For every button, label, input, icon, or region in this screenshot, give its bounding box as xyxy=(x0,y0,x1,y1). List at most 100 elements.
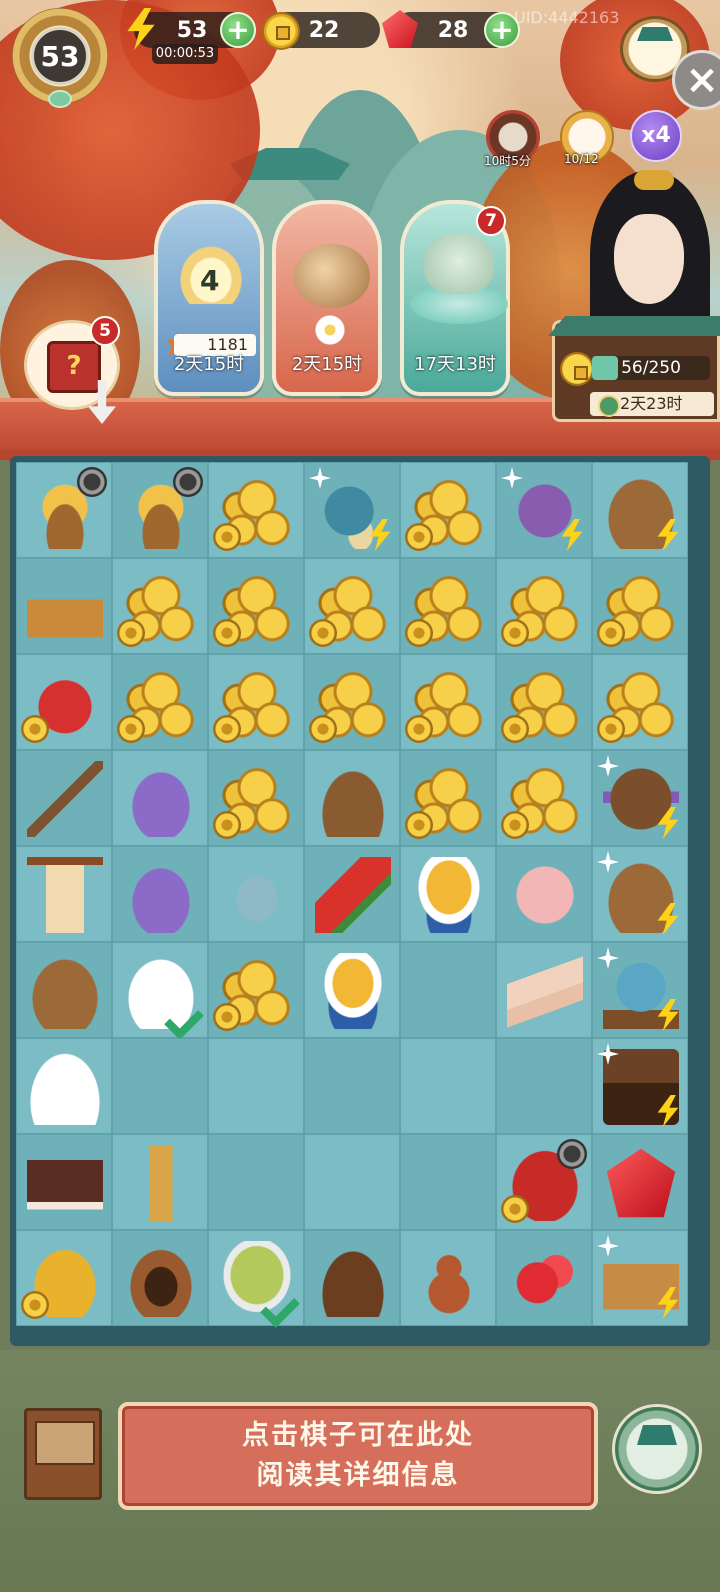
board-cell[interactable] xyxy=(496,654,592,750)
board-cell[interactable] xyxy=(112,1038,208,1134)
board-cell[interactable] xyxy=(496,750,592,846)
board-cell[interactable] xyxy=(208,462,304,558)
board-cell[interactable] xyxy=(592,750,688,846)
board-cell[interactable] xyxy=(208,1038,304,1134)
board-cell[interactable] xyxy=(112,558,208,654)
board-cell[interactable] xyxy=(592,1134,688,1230)
rubies-icon[interactable] xyxy=(507,1241,583,1317)
board-cell[interactable] xyxy=(400,1134,496,1230)
character-portrait[interactable] xyxy=(580,170,720,340)
board-cell[interactable] xyxy=(592,1230,688,1326)
board-cell[interactable] xyxy=(112,750,208,846)
board-cell[interactable] xyxy=(208,750,304,846)
board-cell[interactable] xyxy=(304,654,400,750)
chocolate-block-icon[interactable] xyxy=(27,1145,103,1221)
board-cell[interactable] xyxy=(496,1134,592,1230)
board-cell[interactable] xyxy=(304,1134,400,1230)
board-cell[interactable] xyxy=(304,942,400,1038)
board-cell[interactable] xyxy=(16,1134,112,1230)
cotton-bowl-icon[interactable] xyxy=(315,1241,391,1317)
board-cell[interactable] xyxy=(304,1230,400,1326)
board-cell[interactable] xyxy=(400,1038,496,1134)
board-cell[interactable] xyxy=(16,1038,112,1134)
small-sachet-icon[interactable] xyxy=(123,857,199,933)
board-cell[interactable] xyxy=(208,558,304,654)
player-level-badge[interactable]: 53 xyxy=(12,8,108,108)
board-cell[interactable] xyxy=(112,1134,208,1230)
board-cell[interactable] xyxy=(16,750,112,846)
tool-basket-icon[interactable] xyxy=(27,569,103,645)
board-cell[interactable] xyxy=(112,654,208,750)
board-cell[interactable] xyxy=(16,846,112,942)
board-cell[interactable] xyxy=(16,1230,112,1326)
board-cell[interactable] xyxy=(112,942,208,1040)
board-cell[interactable] xyxy=(304,462,400,558)
board-cell[interactable] xyxy=(16,558,112,654)
inventory-cabinet-button[interactable] xyxy=(24,1408,102,1500)
board-cell[interactable] xyxy=(496,1038,592,1134)
ruby-icon[interactable] xyxy=(606,1148,676,1218)
board-cell[interactable] xyxy=(112,1230,208,1326)
brush-icon[interactable] xyxy=(27,761,103,837)
board-grid xyxy=(16,462,704,1328)
board-cell[interactable] xyxy=(592,846,688,942)
board-cell[interactable] xyxy=(208,1230,304,1328)
board-cell[interactable] xyxy=(208,654,304,750)
board-cell[interactable] xyxy=(16,942,112,1038)
building-progress-bar: 56/250 xyxy=(592,356,710,380)
board-cell[interactable] xyxy=(496,1230,592,1326)
board-cell[interactable] xyxy=(592,558,688,654)
mystery-box-badge: 5 xyxy=(90,316,120,346)
flower-cake-icon[interactable] xyxy=(315,761,391,837)
board-cell[interactable] xyxy=(208,1134,304,1230)
board-cell[interactable] xyxy=(592,1038,688,1134)
add-energy-button[interactable]: + xyxy=(220,12,256,48)
watermelon-icon[interactable] xyxy=(315,857,391,933)
board-cell[interactable] xyxy=(304,750,400,846)
board-cell[interactable] xyxy=(16,654,112,750)
twig-nest-icon[interactable] xyxy=(123,1241,199,1317)
board-cell[interactable] xyxy=(112,462,208,558)
coin-badge-icon xyxy=(213,523,241,551)
map-travel-button[interactable] xyxy=(612,1404,702,1494)
board-cell[interactable] xyxy=(304,558,400,654)
fruit-platter-icon[interactable] xyxy=(27,953,103,1029)
board-cell[interactable] xyxy=(400,750,496,846)
board-cell[interactable] xyxy=(112,846,208,942)
teapot-icon xyxy=(294,244,370,308)
egg-rice-icon[interactable] xyxy=(27,1049,103,1125)
chrysanthemum-bowl-icon[interactable] xyxy=(411,857,487,933)
hair-ornament-icon xyxy=(634,170,674,190)
character-face xyxy=(614,214,684,304)
lotus-event-card[interactable]: 4 1181 2天15时 xyxy=(154,200,264,396)
straw-bundle-icon[interactable] xyxy=(123,1145,199,1221)
board-cell[interactable] xyxy=(400,942,496,1038)
board-cell[interactable] xyxy=(496,942,592,1038)
board-cell[interactable] xyxy=(496,846,592,942)
board-cell[interactable] xyxy=(592,654,688,750)
board-cell[interactable] xyxy=(400,462,496,558)
rice-rolls-icon[interactable] xyxy=(507,953,583,1029)
tea-event-card[interactable]: 2天15时 xyxy=(272,200,382,396)
board-cell[interactable] xyxy=(400,1230,496,1326)
board-cell[interactable] xyxy=(208,846,304,942)
purple-sachet-icon[interactable] xyxy=(123,761,199,837)
board-cell[interactable] xyxy=(400,654,496,750)
tea-cup-icon[interactable] xyxy=(315,953,391,1029)
multiplier-button[interactable]: x4 xyxy=(630,110,682,162)
jade-pendant-icon[interactable] xyxy=(219,857,295,933)
board-cell[interactable] xyxy=(400,846,496,942)
board-cell[interactable] xyxy=(304,846,400,942)
lantern-icon[interactable] xyxy=(27,857,103,933)
board-cell[interactable] xyxy=(592,462,688,558)
board-cell[interactable] xyxy=(16,462,112,558)
board-cell[interactable] xyxy=(400,558,496,654)
board-cell[interactable] xyxy=(304,1038,400,1134)
board-cell[interactable] xyxy=(592,942,688,1038)
board-cell[interactable] xyxy=(208,942,304,1038)
board-cell[interactable] xyxy=(496,462,592,558)
board-cell[interactable] xyxy=(496,558,592,654)
energy-gourd-icon[interactable] xyxy=(411,1241,487,1317)
pink-cake-icon[interactable] xyxy=(507,857,583,933)
building-timer: 2天23时 xyxy=(590,392,714,417)
